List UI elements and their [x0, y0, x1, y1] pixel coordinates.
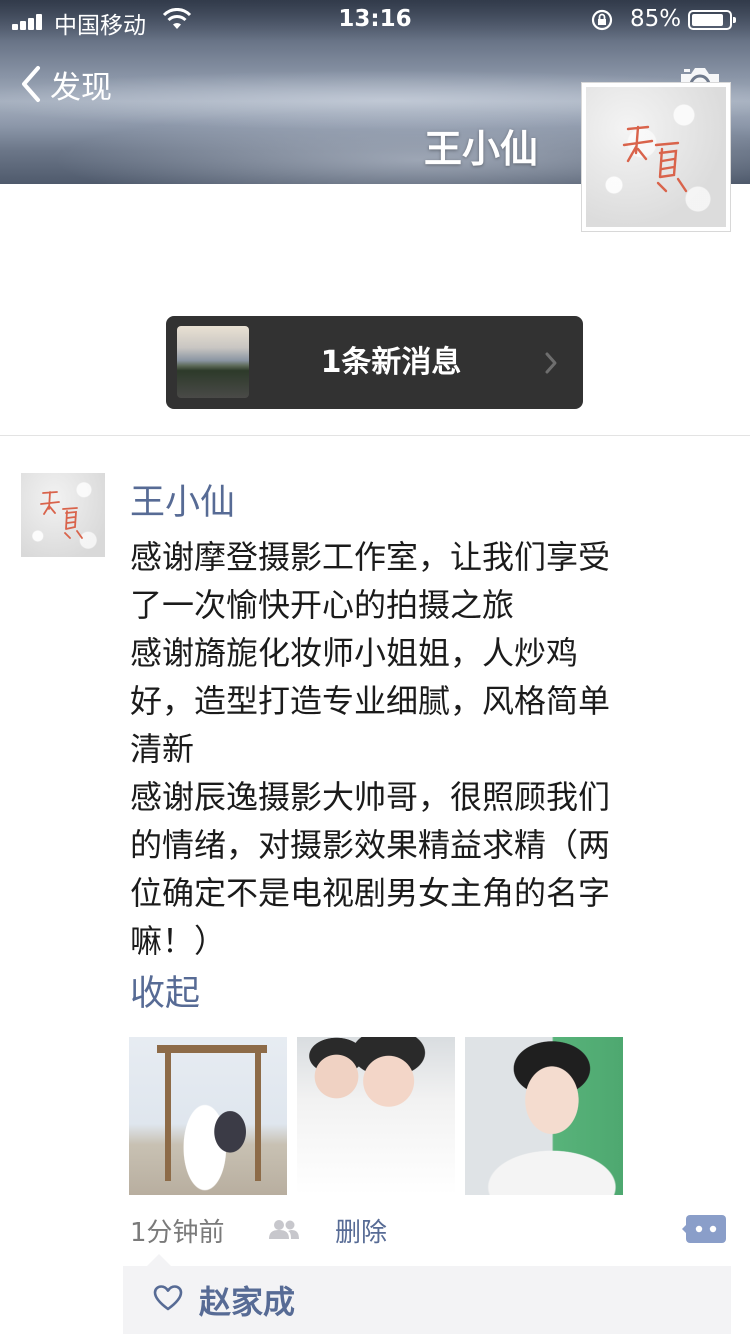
delete-button[interactable]: 删除 — [335, 1212, 387, 1249]
post-text-line: 位确定不是电视剧男女主角的名字 — [130, 874, 611, 912]
comment-more-icon[interactable] — [682, 1213, 726, 1245]
post-text-line: 的情绪，对摄影效果精益求精（两 — [130, 826, 611, 864]
chevron-left-icon — [22, 66, 40, 102]
new-message-button[interactable]: 1条新消息 — [166, 316, 583, 409]
post-author-name[interactable]: 王小仙 — [130, 474, 235, 525]
new-message-label: 1条新消息 — [320, 345, 462, 380]
likes-box: 赵家成 — [123, 1254, 731, 1334]
calligraphy-art — [622, 125, 688, 193]
post-author-avatar[interactable] — [21, 473, 105, 557]
post-text-line: 感谢辰逸摄影大帅哥，很照顾我们 — [130, 778, 611, 816]
back-button[interactable]: 发现 — [18, 64, 112, 106]
status-bar: 中国移动 13:16 85% — [0, 0, 750, 40]
divider — [0, 435, 750, 436]
post-text-line: 嘛！） — [130, 922, 227, 960]
rotation-lock-icon — [591, 9, 613, 31]
post-text-line: 感谢旖旎化妆师小姐姐，人炒鸡 — [130, 634, 579, 672]
post-timestamp: 1分钟前 — [130, 1218, 225, 1248]
selfie-photo[interactable] — [297, 1037, 455, 1195]
post-text: 感谢摩登摄影工作室，让我们享受 了一次愉快开心的拍摄之旅 感谢旖旎化妆师小姐姐，… — [130, 533, 730, 965]
new-message-thumbnail — [177, 326, 249, 398]
back-label: 发现 — [50, 69, 112, 106]
post-text-line: 了一次愉快开心的拍摄之旅 — [130, 586, 515, 624]
profile-name: 王小仙 — [423, 127, 538, 171]
profile-avatar[interactable] — [581, 82, 731, 232]
post-text-line: 感谢摩登摄影工作室，让我们享受 — [130, 538, 611, 576]
wedding-photo[interactable] — [129, 1037, 287, 1195]
collapse-link[interactable]: 收起 — [130, 965, 200, 1016]
bride-photo[interactable] — [465, 1037, 623, 1195]
heart-icon — [153, 1285, 183, 1311]
battery-percent: 85% — [630, 6, 682, 32]
battery-icon — [688, 10, 736, 30]
calligraphy-art — [40, 491, 83, 539]
post-text-line: 好，造型打造专业细腻，风格简单 — [130, 682, 611, 720]
like-user-name[interactable]: 赵家成 — [199, 1277, 295, 1323]
post-text-line: 清新 — [130, 730, 195, 768]
friends-visibility-icon[interactable] — [267, 1218, 301, 1240]
avatar-image — [586, 87, 726, 227]
chevron-right-icon — [545, 352, 557, 374]
